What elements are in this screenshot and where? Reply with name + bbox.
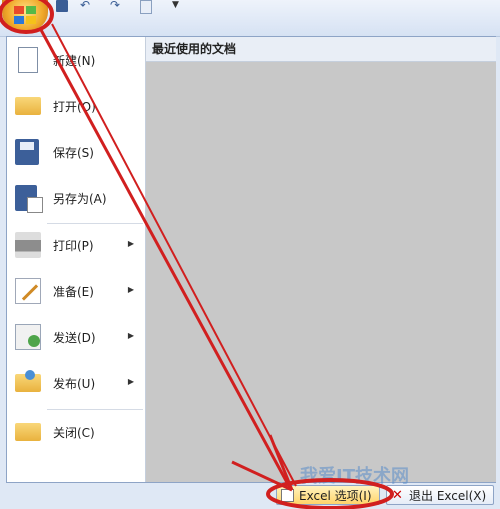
customize-toolbar-icon[interactable]: ▼ (172, 0, 182, 12)
menu-item-label: 打开(O) (53, 100, 96, 114)
menu-item-print[interactable]: 打印(P) ▶ (7, 224, 144, 268)
menu-item-new[interactable]: 新建(N) (7, 39, 144, 83)
exit-excel-button[interactable]: ✕ 退出 Excel(X) (386, 485, 494, 505)
menu-item-label: 准备(E) (53, 285, 94, 299)
submenu-arrow-icon: ▶ (127, 331, 134, 340)
recent-documents-title: 最近使用的文档 (146, 37, 496, 62)
menu-item-save-as[interactable]: 另存为(A) (7, 177, 144, 221)
office-button[interactable] (2, 0, 48, 30)
quick-print-icon[interactable] (140, 0, 152, 14)
exit-excel-label: 退出 Excel(X) (409, 489, 487, 503)
submenu-arrow-icon: ▶ (127, 377, 134, 386)
menu-item-label: 发送(D) (53, 331, 96, 345)
menu-item-label: 保存(S) (53, 146, 94, 160)
recent-documents-panel: 最近使用的文档 (145, 37, 496, 482)
redo-icon[interactable]: ↷ (110, 0, 124, 12)
options-icon (281, 489, 294, 502)
submenu-arrow-icon: ▶ (127, 239, 134, 248)
exit-icon: ✕ (392, 488, 403, 503)
menu-item-publish[interactable]: 发布(U) ▶ (7, 362, 144, 406)
menu-footer: Excel 选项(I) ✕ 退出 Excel(X) (0, 483, 500, 509)
submenu-arrow-icon: ▶ (127, 285, 134, 294)
open-folder-icon (15, 97, 41, 115)
menu-item-label: 新建(N) (53, 54, 96, 68)
save-disk-icon (15, 139, 39, 165)
office-menu: 新建(N) 打开(O) 保存(S) 另存为(A) 打印(P) ▶ 准备(E) ▶… (6, 36, 496, 483)
menu-item-label: 发布(U) (53, 377, 96, 391)
send-icon (15, 324, 41, 350)
menu-item-label: 打印(P) (53, 239, 94, 253)
excel-options-label: Excel 选项(I) (299, 489, 372, 503)
menu-item-save[interactable]: 保存(S) (7, 131, 144, 175)
save-icon[interactable] (56, 0, 68, 12)
menu-item-label: 另存为(A) (53, 192, 107, 206)
save-as-icon (15, 185, 43, 213)
watermark: 我爱IT技术网 (300, 466, 409, 487)
printer-icon (15, 232, 41, 258)
menu-item-open[interactable]: 打开(O) (7, 85, 144, 129)
excel-options-button[interactable]: Excel 选项(I) (276, 485, 380, 505)
quick-access-toolbar: ↶ ↷ ▼ (0, 0, 500, 37)
publish-icon (15, 370, 41, 392)
menu-item-prepare[interactable]: 准备(E) ▶ (7, 270, 144, 314)
menu-item-close[interactable]: 关闭(C) (7, 411, 144, 455)
new-document-icon (18, 47, 38, 73)
menu-item-label: 关闭(C) (53, 426, 95, 440)
office-logo-icon (14, 6, 36, 24)
menu-divider (47, 409, 143, 410)
menu-item-send[interactable]: 发送(D) ▶ (7, 316, 144, 360)
close-folder-icon (15, 423, 41, 441)
menu-commands: 新建(N) 打开(O) 保存(S) 另存为(A) 打印(P) ▶ 准备(E) ▶… (7, 37, 144, 482)
undo-icon[interactable]: ↶ (80, 0, 94, 12)
prepare-icon (15, 278, 41, 304)
